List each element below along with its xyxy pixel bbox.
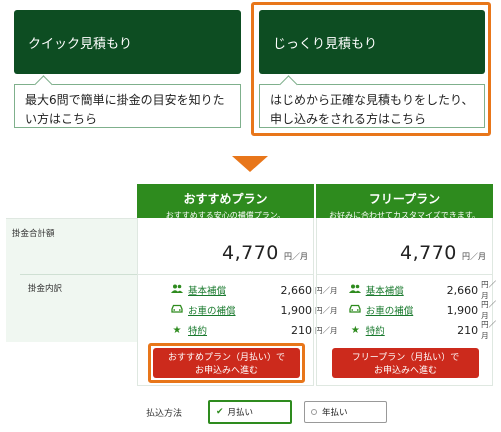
people-icon <box>170 284 184 296</box>
plan-total-free: 4,770 円／月 <box>400 242 486 264</box>
car-coverage-link[interactable]: お車の補償 <box>366 303 440 317</box>
breakdown-item-basic: 基本補償 2,660 円／月 <box>349 280 501 300</box>
breakdown-divider <box>137 274 314 275</box>
breakdown-list-recommended: 基本補償 2,660 円／月 お車の補償 1,900 円／月 ★ 特約 210 … <box>170 282 338 338</box>
rider-link[interactable]: 特約 <box>188 323 270 337</box>
breakdown-divider <box>316 274 493 275</box>
speech-notch <box>34 75 53 94</box>
breakdown-row-divider <box>20 274 137 275</box>
breakdown-item-rider: ★ 特約 210 円／月 <box>350 320 497 340</box>
star-icon: ★ <box>350 324 360 336</box>
check-icon: ✔ <box>216 407 224 417</box>
radio-icon <box>311 409 317 415</box>
down-arrow-icon <box>232 156 268 172</box>
breakdown-row-label: 掛金内訳 <box>28 284 63 294</box>
car-icon <box>170 304 184 316</box>
breakdown-item-car: お車の補償 1,900 円／月 <box>349 300 501 320</box>
detailed-estimate-description: はじめから正確な見積もりをしたり、申し込みをされる方はこちら <box>259 75 485 128</box>
apply-recommended-plan-button[interactable]: おすすめプラン（月払い）で お申込みへ進む <box>153 348 300 378</box>
plan-header-recommended: おすすめプラン おすすめする安心の補償プラン。 <box>137 184 314 220</box>
detailed-estimate-label: じっくり見積もり <box>273 36 378 52</box>
payment-option-monthly[interactable]: ✔ 月払い <box>208 400 292 424</box>
breakdown-item-rider: ★ 特約 210 円／月 <box>170 322 338 338</box>
quick-estimate-label: クイック見積もり <box>28 36 133 52</box>
apply-free-plan-button[interactable]: フリープラン（月払い）で お申込みへ進む <box>332 348 479 378</box>
people-icon <box>349 284 362 296</box>
star-icon: ★ <box>172 324 182 336</box>
quick-estimate-description: 最大6問で簡単に掛金の目安を知りたい方はこちら <box>14 75 241 128</box>
total-row-label: 掛金合計額 <box>12 229 55 239</box>
basic-coverage-link[interactable]: 基本補償 <box>366 283 440 297</box>
rider-link[interactable]: 特約 <box>366 323 440 337</box>
car-coverage-link[interactable]: お車の補償 <box>188 303 270 317</box>
breakdown-item-car: お車の補償 1,900 円／月 <box>170 302 338 318</box>
breakdown-list-free: 基本補償 2,660 円／月 お車の補償 1,900 円／月 ★ 特約 210 … <box>349 280 501 340</box>
plan-total-recommended: 4,770 円／月 <box>222 242 308 264</box>
breakdown-item-basic: 基本補償 2,660 円／月 <box>170 282 338 298</box>
basic-coverage-link[interactable]: 基本補償 <box>188 283 270 297</box>
payment-method-label: 払込方法 <box>146 409 183 419</box>
detailed-estimate-button[interactable]: じっくり見積もり <box>259 10 485 74</box>
quick-estimate-button[interactable]: クイック見積もり <box>14 10 241 74</box>
car-icon <box>349 304 362 316</box>
payment-option-annual[interactable]: 年払い <box>304 401 387 423</box>
plan-header-free: フリープラン お好みに合わせてカスタマイズできます。 <box>316 184 493 220</box>
